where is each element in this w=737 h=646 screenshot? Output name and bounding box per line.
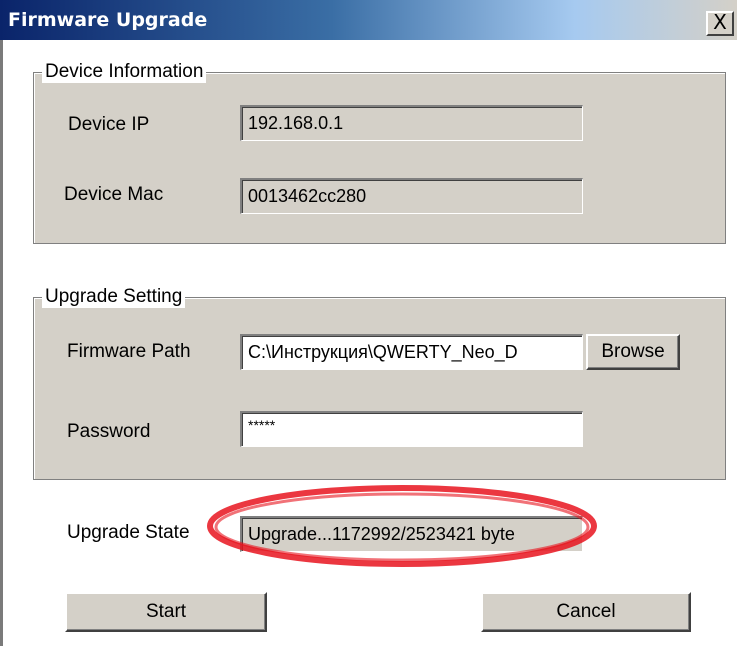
browse-button[interactable]: Browse [586, 334, 680, 370]
firmware-path-label: Firmware Path [67, 341, 191, 362]
cancel-button[interactable]: Cancel [481, 592, 691, 632]
window-title: Firmware Upgrade [8, 9, 208, 31]
upgrade-setting-group: Upgrade Setting [33, 286, 726, 480]
firmware-upgrade-dialog: Firmware Upgrade X Device Information De… [0, 0, 737, 646]
device-ip-label: Device IP [68, 114, 150, 135]
device-mac-field: 0013462cc280 [240, 178, 583, 214]
close-button[interactable]: X [706, 11, 734, 36]
device-information-legend: Device Information [42, 61, 207, 83]
title-bar[interactable]: Firmware Upgrade X [0, 0, 737, 40]
device-information-group: Device Information [33, 61, 726, 244]
password-input[interactable]: ***** [240, 411, 583, 447]
password-label: Password [67, 421, 151, 442]
start-button[interactable]: Start [65, 592, 267, 632]
upgrade-state-label: Upgrade State [67, 522, 190, 543]
firmware-path-input[interactable]: C:\Инструкция\QWERTY_Neo_D [240, 334, 583, 370]
device-mac-label: Device Mac [64, 184, 164, 205]
device-ip-field: 192.168.0.1 [240, 105, 583, 141]
close-icon: X [713, 10, 727, 34]
upgrade-state-field: Upgrade...1172992/2523421 byte [240, 516, 583, 552]
upgrade-setting-legend: Upgrade Setting [42, 286, 186, 308]
